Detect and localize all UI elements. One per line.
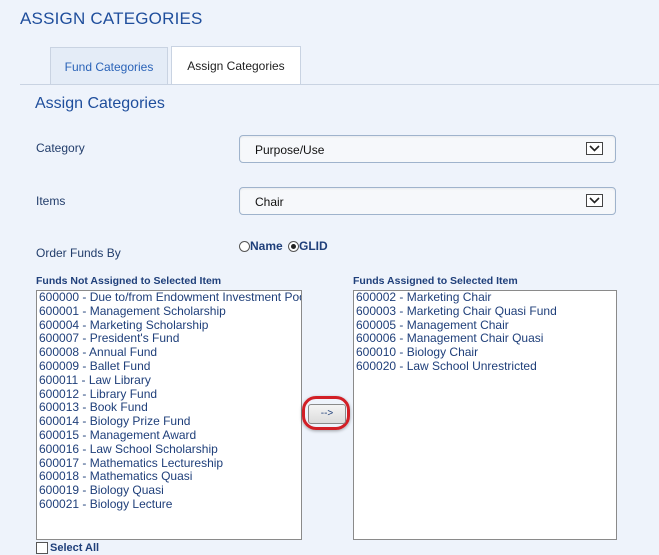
radio-glid-label: GLID bbox=[299, 239, 328, 253]
list-item[interactable]: 600014 - Biology Prize Fund bbox=[37, 414, 301, 429]
list-item[interactable]: 600018 - Mathematics Quasi bbox=[37, 470, 301, 484]
list-item[interactable]: 600017 - Mathematics Lectureship bbox=[37, 456, 301, 471]
list-item[interactable]: 600015 - Management Award bbox=[37, 428, 301, 443]
list-item[interactable]: 600010 - Biology Chair bbox=[354, 345, 616, 360]
list-item[interactable]: 600021 - Biology Lecture bbox=[37, 497, 301, 512]
chevron-down-icon[interactable] bbox=[586, 142, 603, 155]
list-item[interactable]: 600012 - Library Fund bbox=[37, 387, 301, 402]
section-title: Assign Categories bbox=[35, 95, 165, 112]
order-by-glid-option[interactable]: GLID bbox=[288, 239, 328, 253]
unassigned-caption: Funds Not Assigned to Selected Item bbox=[36, 275, 222, 287]
order-by-name-option[interactable]: Name bbox=[239, 239, 283, 253]
unassigned-funds-list[interactable]: 600000 - Due to/from Endowment Investmen… bbox=[36, 290, 302, 540]
category-select[interactable]: Purpose/Use bbox=[239, 135, 616, 163]
assigned-caption: Funds Assigned to Selected Item bbox=[353, 275, 518, 287]
items-select-value: Chair bbox=[255, 195, 284, 209]
list-item[interactable]: 600011 - Law Library bbox=[37, 373, 301, 388]
list-item[interactable]: 600002 - Marketing Chair bbox=[354, 291, 616, 305]
tab-fund-categories[interactable]: Fund Categories bbox=[50, 47, 168, 85]
page-title: ASSIGN CATEGORIES bbox=[20, 9, 203, 28]
list-item[interactable]: 600013 - Book Fund bbox=[37, 401, 301, 415]
assign-arrow-button[interactable]: --> bbox=[308, 404, 346, 424]
select-all-label: Select All bbox=[50, 542, 100, 554]
list-item[interactable]: 600004 - Marketing Scholarship bbox=[37, 318, 301, 333]
list-item[interactable]: 600016 - Law School Scholarship bbox=[37, 442, 301, 457]
list-item[interactable]: 600020 - Law School Unrestricted bbox=[354, 359, 616, 374]
radio-glid[interactable] bbox=[288, 240, 299, 252]
list-item[interactable]: 600003 - Marketing Chair Quasi Fund bbox=[354, 304, 616, 319]
radio-name[interactable] bbox=[239, 240, 250, 252]
list-item[interactable]: 600019 - Biology Quasi bbox=[37, 483, 301, 498]
list-item[interactable]: 600008 - Annual Fund bbox=[37, 345, 301, 360]
select-all-row[interactable]: Select All bbox=[36, 542, 99, 554]
items-select[interactable]: Chair bbox=[239, 187, 616, 215]
list-item[interactable]: 600006 - Management Chair Quasi bbox=[354, 332, 616, 346]
list-item[interactable]: 600009 - Ballet Fund bbox=[37, 359, 301, 374]
list-item[interactable]: 600005 - Management Chair bbox=[354, 318, 616, 333]
list-item[interactable]: 600000 - Due to/from Endowment Investmen… bbox=[37, 291, 301, 305]
items-label: Items bbox=[36, 194, 66, 208]
category-select-value: Purpose/Use bbox=[255, 143, 325, 157]
list-item[interactable]: 600001 - Management Scholarship bbox=[37, 304, 301, 319]
list-item[interactable]: 600007 - President's Fund bbox=[37, 332, 301, 346]
tab-assign-categories[interactable]: Assign Categories bbox=[171, 46, 301, 84]
chevron-down-icon[interactable] bbox=[586, 194, 603, 207]
order-funds-label: Order Funds By bbox=[36, 246, 121, 260]
category-label: Category bbox=[36, 141, 85, 155]
assigned-funds-list[interactable]: 600002 - Marketing Chair 600003 - Marketi… bbox=[353, 290, 617, 540]
select-all-checkbox[interactable] bbox=[36, 542, 48, 554]
radio-name-label: Name bbox=[250, 239, 283, 253]
